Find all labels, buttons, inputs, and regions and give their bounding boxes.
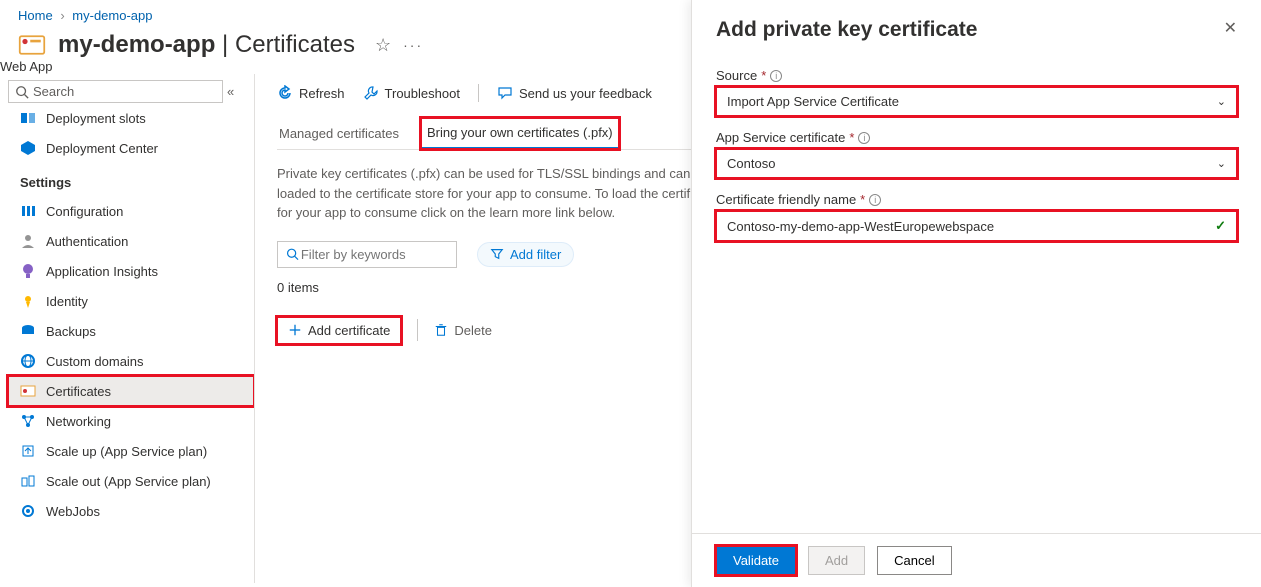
info-icon[interactable]: i: [869, 194, 881, 206]
sidebar-item-webjobs[interactable]: WebJobs: [8, 496, 254, 526]
sidebar-item-scale-up[interactable]: Scale up (App Service plan): [8, 436, 254, 466]
sidebar-item-app-insights[interactable]: Application Insights: [8, 256, 254, 286]
add-filter-button[interactable]: Add filter: [477, 242, 574, 267]
feedback-icon: [497, 85, 513, 101]
scale-up-icon: [20, 443, 36, 459]
friendly-name-label: Certificate friendly name* i: [716, 192, 1237, 207]
feedback-button[interactable]: Send us your feedback: [497, 85, 652, 101]
panel-footer: Validate Add Cancel: [692, 533, 1261, 587]
sidebar-item-identity[interactable]: Identity: [8, 286, 254, 316]
add-certificate-button[interactable]: Add certificate: [277, 317, 401, 344]
certificates-icon: [20, 383, 36, 399]
app-insights-icon: [20, 263, 36, 279]
add-certificate-panel: Add private key certificate ✕ Source* i …: [691, 0, 1261, 587]
breadcrumb-home[interactable]: Home: [18, 8, 53, 23]
plus-icon: [288, 323, 302, 337]
close-icon[interactable]: ✕: [1224, 18, 1237, 38]
tab-description: Private key certificates (.pfx) can be u…: [277, 164, 737, 223]
checkmark-icon: ✓: [1215, 218, 1226, 234]
friendly-name-input[interactable]: Contoso-my-demo-app-WestEuropewebspace ✓: [716, 211, 1237, 241]
authentication-icon: [20, 233, 36, 249]
refresh-icon: [277, 85, 293, 101]
filter-keywords-field[interactable]: [299, 246, 448, 263]
delete-button[interactable]: Delete: [434, 323, 492, 338]
networking-icon: [20, 413, 36, 429]
identity-icon: [20, 293, 36, 309]
sidebar-item-certificates[interactable]: Certificates: [8, 376, 254, 406]
toolbar-divider: [478, 84, 479, 102]
pin-icon[interactable]: ☆: [375, 35, 391, 56]
search-icon: [286, 247, 299, 261]
sidebar-item-deployment-center[interactable]: Deployment Center: [8, 133, 254, 163]
filter-keywords-input[interactable]: [277, 241, 457, 268]
backups-icon: [20, 323, 36, 339]
chevron-down-icon: ⌄: [1217, 95, 1226, 108]
tab-managed-certificates[interactable]: Managed certificates: [277, 118, 401, 149]
app-service-cert-dropdown[interactable]: Contoso ⌄: [716, 149, 1237, 178]
webapp-icon: [18, 31, 46, 59]
sidebar-item-scale-out[interactable]: Scale out (App Service plan): [8, 466, 254, 496]
info-icon[interactable]: i: [770, 70, 782, 82]
app-service-cert-label: App Service certificate* i: [716, 130, 1237, 145]
configuration-icon: [20, 203, 36, 219]
panel-title: Add private key certificate: [716, 18, 977, 42]
sidebar-item-custom-domains[interactable]: Custom domains: [8, 346, 254, 376]
sidebar-item-deployment-slots[interactable]: Deployment slots: [8, 103, 254, 133]
refresh-button[interactable]: Refresh: [277, 85, 345, 101]
custom-domains-icon: [20, 353, 36, 369]
breadcrumb-app[interactable]: my-demo-app: [72, 8, 152, 23]
sidebar-section-settings: Settings: [8, 163, 254, 196]
page-title: my-demo-app | Certificates: [58, 31, 355, 59]
validate-button[interactable]: Validate: [716, 546, 796, 575]
breadcrumb-separator: ›: [60, 8, 64, 23]
add-button: Add: [808, 546, 865, 575]
sidebar: Search « Deployment slots Deployment Cen…: [0, 74, 255, 583]
action-divider: [417, 319, 418, 341]
filter-icon: [490, 247, 504, 261]
tab-bring-your-own[interactable]: Bring your own certificates (.pfx): [421, 118, 619, 149]
troubleshoot-button[interactable]: Troubleshoot: [363, 85, 460, 101]
info-icon[interactable]: i: [858, 132, 870, 144]
collapse-sidebar-icon[interactable]: «: [227, 84, 234, 99]
sidebar-item-networking[interactable]: Networking: [8, 406, 254, 436]
source-label: Source* i: [716, 68, 1237, 83]
scale-out-icon: [20, 473, 36, 489]
sidebar-item-configuration[interactable]: Configuration: [8, 196, 254, 226]
source-dropdown[interactable]: Import App Service Certificate ⌄: [716, 87, 1237, 116]
more-menu-icon[interactable]: ···: [403, 37, 423, 53]
sidebar-item-backups[interactable]: Backups: [8, 316, 254, 346]
deployment-center-icon: [20, 140, 36, 156]
sidebar-item-authentication[interactable]: Authentication: [8, 226, 254, 256]
troubleshoot-icon: [363, 85, 379, 101]
slots-icon: [20, 110, 36, 126]
trash-icon: [434, 323, 448, 337]
sidebar-search[interactable]: Search: [8, 80, 223, 103]
webjobs-icon: [20, 503, 36, 519]
chevron-down-icon: ⌄: [1217, 157, 1226, 170]
cancel-button[interactable]: Cancel: [877, 546, 951, 575]
search-icon: [15, 85, 29, 99]
